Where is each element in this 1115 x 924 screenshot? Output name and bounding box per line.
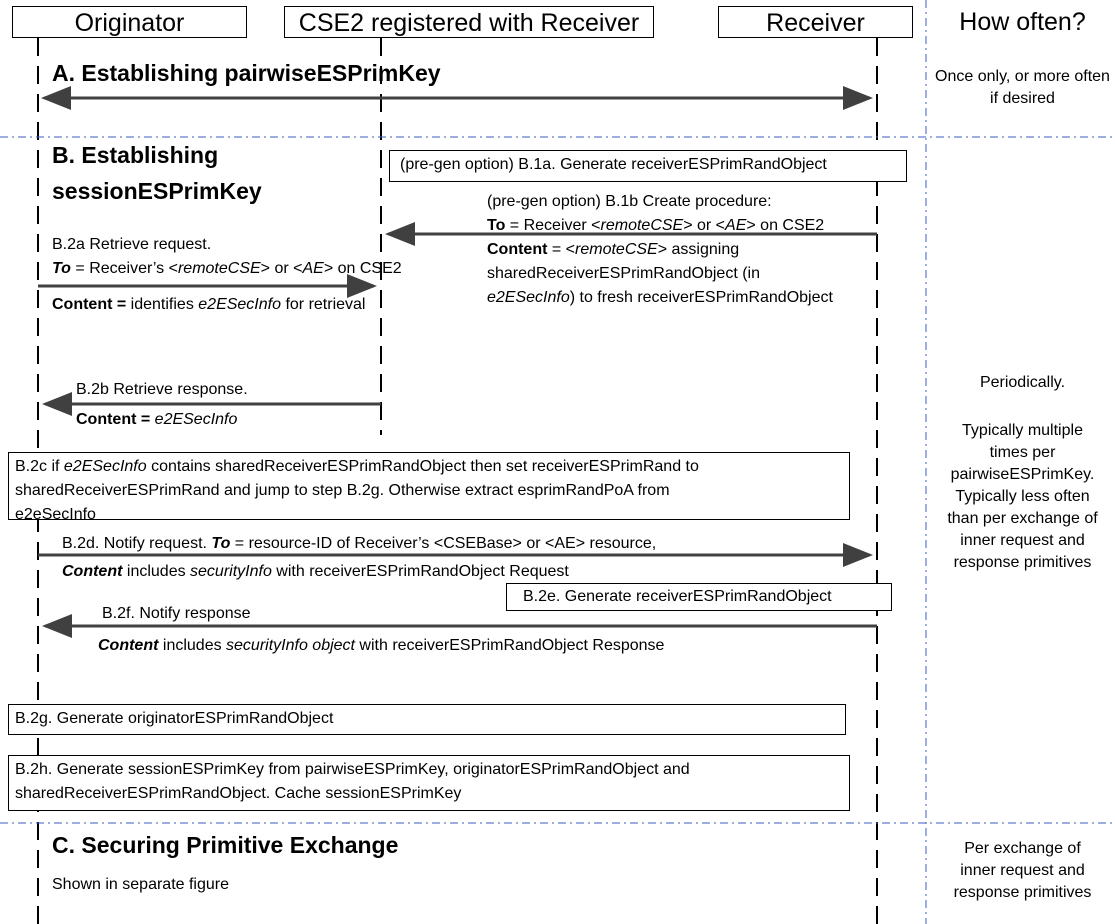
b2h-box: B.2h. Generate sessionESPrimKey from pai… bbox=[8, 755, 850, 811]
section-b-frequency-2: Typically multiple times per pairwiseESP… bbox=[947, 422, 1098, 571]
b2h-line1: B.2h. Generate sessionESPrimKey from pai… bbox=[15, 761, 690, 778]
b2a-to-line: To = Receiver’s <remoteCSE> or <AE> on C… bbox=[52, 260, 402, 277]
b1b-line4: sharedReceiverESPrimRandObject (in bbox=[487, 265, 760, 282]
b2b-content-line: Content = e2ESecInfo bbox=[76, 411, 238, 428]
section-b-title-line1: B. Establishing bbox=[52, 142, 219, 168]
section-a-frequency: Once only, or more often if desired bbox=[935, 68, 1110, 107]
b1a-box: (pre-gen option) B.1a. Generate receiver… bbox=[389, 150, 907, 182]
b2a-label: B.2a Retrieve request. bbox=[52, 236, 212, 253]
b2g-box: B.2g. Generate originatorESPrimRandObjec… bbox=[8, 704, 846, 735]
b1b-line1: (pre-gen option) B.1b Create procedure: bbox=[487, 193, 772, 210]
how-often-header: How often? bbox=[959, 8, 1086, 36]
receiver-header: Receiver bbox=[718, 6, 913, 38]
b2f-label: B.2f. Notify response bbox=[102, 605, 251, 622]
b2c-box: B.2c if e2ESecInfo contains sharedReceiv… bbox=[8, 452, 850, 523]
section-c-frequency: Per exchange of inner request and respon… bbox=[953, 840, 1092, 901]
b2c-line2: sharedReceiverESPrimRand and jump to ste… bbox=[15, 482, 670, 499]
b2e-box: B.2e. Generate receiverESPrimRandObject bbox=[506, 583, 892, 611]
b2a-content-line: Content = identifies e2ESecInfo for retr… bbox=[52, 296, 366, 313]
section-a-title: A. Establishing pairwiseESPrimKey bbox=[52, 60, 441, 86]
b1b-text: (pre-gen option) B.1b Create procedure: … bbox=[487, 190, 833, 310]
b1b-line5: e2ESecInfo) to fresh receiverESPrimRandO… bbox=[487, 289, 833, 306]
b2f-content-line: Content includes securityInfo object wit… bbox=[98, 637, 665, 654]
b1b-to-line: To = Receiver <remoteCSE> or <AE> on CSE… bbox=[487, 217, 825, 234]
b2c-line1: B.2c if e2ESecInfo contains sharedReceiv… bbox=[15, 458, 699, 475]
b2c-line3: e2eSecInfo bbox=[15, 506, 96, 523]
section-b-frequency-1: Periodically. bbox=[979, 374, 1066, 391]
b2d-label: B.2d. Notify request. To = resource-ID o… bbox=[62, 535, 657, 552]
section-c-subtitle: Shown in separate figure bbox=[52, 876, 229, 893]
cse2-header: CSE2 registered with Receiver bbox=[284, 6, 654, 38]
b2b-label: B.2b Retrieve response. bbox=[76, 381, 248, 398]
b2d-content-line: Content includes securityInfo with recei… bbox=[62, 563, 569, 580]
b1b-content-line: Content = <remoteCSE> assigning bbox=[487, 241, 740, 258]
originator-header: Originator bbox=[12, 6, 247, 38]
section-b-title: B. Establishing sessionESPrimKey bbox=[52, 137, 262, 209]
section-c-title: C. Securing Primitive Exchange bbox=[52, 832, 399, 858]
section-b-title-line2: sessionESPrimKey bbox=[52, 178, 262, 204]
b2h-line2: sharedReceiverESPrimRandObject. Cache se… bbox=[15, 785, 462, 802]
